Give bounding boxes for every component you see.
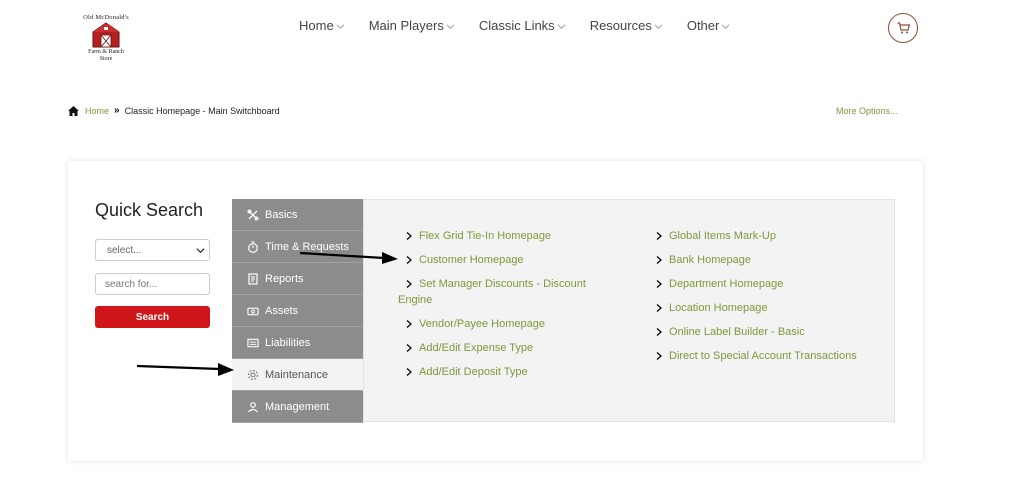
- chevron-down-icon: [446, 24, 455, 30]
- chevron-right-icon: [406, 232, 412, 240]
- store-logo[interactable]: Old McDonald's Farm & Ranch Store: [74, 14, 138, 76]
- logo-top-text: Old McDonald's: [83, 14, 129, 21]
- nav-other[interactable]: Other: [687, 18, 731, 33]
- breadcrumb-separator: »: [114, 105, 120, 116]
- chevron-down-icon: [654, 24, 663, 30]
- money-icon: [247, 305, 259, 317]
- link-direct-special-account[interactable]: Direct to Special Account Transactions: [648, 348, 888, 364]
- breadcrumb-home-link[interactable]: Home: [85, 106, 109, 116]
- chevron-right-icon: [656, 232, 662, 240]
- chevron-right-icon: [656, 304, 662, 312]
- report-icon: [247, 272, 259, 285]
- chevron-right-icon: [406, 368, 412, 376]
- link-online-label-builder[interactable]: Online Label Builder - Basic: [648, 324, 888, 340]
- quick-search-input[interactable]: search for...: [95, 273, 210, 295]
- link-set-manager-discounts[interactable]: Set Manager Discounts - Discount Engine: [398, 276, 613, 308]
- tools-icon: [247, 209, 259, 221]
- link-location-homepage[interactable]: Location Homepage: [648, 300, 888, 316]
- chevron-down-icon: [336, 24, 345, 30]
- link-flex-grid-tie-in[interactable]: Flex Grid Tie-In Homepage: [398, 228, 613, 244]
- barn-icon: [92, 22, 120, 48]
- cart-icon: [897, 22, 910, 34]
- logo-bottom-text: Farm & Ranch Store: [88, 49, 124, 62]
- quick-search-title: Quick Search: [95, 200, 204, 220]
- nav-resources[interactable]: Resources: [590, 18, 663, 33]
- menu-item-management[interactable]: Management: [232, 391, 363, 423]
- nav-home[interactable]: Home: [299, 18, 345, 33]
- link-global-items-mark-up[interactable]: Global Items Mark-Up: [648, 228, 888, 244]
- main-nav: Home Main Players Classic Links Resource…: [299, 18, 754, 33]
- menu-item-reports[interactable]: Reports: [232, 263, 363, 295]
- link-customer-homepage[interactable]: Customer Homepage: [398, 252, 613, 268]
- chevron-right-icon: [406, 256, 412, 264]
- link-bank-homepage[interactable]: Bank Homepage: [648, 252, 888, 268]
- breadcrumb-current: Classic Homepage - Main Switchboard: [124, 105, 280, 116]
- link-vendor-payee-homepage[interactable]: Vendor/Payee Homepage: [398, 316, 613, 332]
- site-header: Old McDonald's Farm & Ranch Store Home M…: [0, 0, 1024, 62]
- gear-icon: [247, 369, 259, 381]
- stopwatch-icon: [247, 240, 259, 253]
- more-options-link[interactable]: More Options...: [836, 106, 898, 116]
- menu-item-basics[interactable]: Basics: [232, 199, 363, 231]
- breadcrumb: Home » Classic Homepage - Main Switchboa…: [68, 105, 280, 116]
- link-add-edit-expense-type[interactable]: Add/Edit Expense Type: [398, 340, 613, 356]
- menu-item-assets[interactable]: Assets: [232, 295, 363, 327]
- nav-main-players[interactable]: Main Players: [369, 18, 455, 33]
- menu-item-maintenance[interactable]: Maintenance: [232, 359, 363, 391]
- menu-item-liabilities[interactable]: Liabilities: [232, 327, 363, 359]
- chevron-down-icon: [557, 24, 566, 30]
- category-menu: Basics Time & Requests Reports Assets Li…: [232, 199, 363, 423]
- chevron-right-icon: [406, 344, 412, 352]
- home-icon: [68, 105, 79, 116]
- list-icon: [247, 337, 259, 349]
- chevron-right-icon: [656, 328, 662, 336]
- link-add-edit-deposit-type[interactable]: Add/Edit Deposit Type: [398, 364, 613, 380]
- links-column-2: Global Items Mark-Up Bank Homepage Depar…: [648, 228, 888, 372]
- link-department-homepage[interactable]: Department Homepage: [648, 276, 888, 292]
- chevron-right-icon: [406, 280, 412, 288]
- chevron-right-icon: [656, 256, 662, 264]
- maintenance-links-panel: Flex Grid Tie-In Homepage Customer Homep…: [363, 199, 895, 422]
- cart-button[interactable]: [888, 13, 918, 43]
- user-icon: [247, 401, 259, 413]
- chevron-right-icon: [656, 280, 662, 288]
- search-button[interactable]: Search: [95, 306, 210, 328]
- quick-search-select[interactable]: select...: [95, 239, 210, 261]
- menu-item-time-requests[interactable]: Time & Requests: [232, 231, 363, 263]
- chevron-right-icon: [656, 352, 662, 360]
- chevron-down-icon: [721, 24, 730, 30]
- chevron-down-icon: [196, 248, 205, 254]
- nav-classic-links[interactable]: Classic Links: [479, 18, 566, 33]
- links-column-1: Flex Grid Tie-In Homepage Customer Homep…: [398, 228, 613, 388]
- chevron-right-icon: [406, 320, 412, 328]
